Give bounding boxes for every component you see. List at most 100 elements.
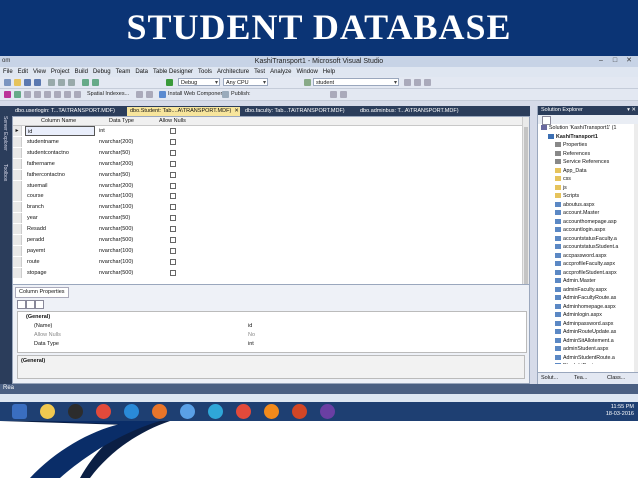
menu-edit[interactable]: Edit: [18, 67, 28, 77]
ie-icon[interactable]: [124, 404, 139, 419]
column-name-cell[interactable]: route: [25, 257, 95, 267]
solution-scrollbar[interactable]: [634, 124, 638, 372]
data-type-cell[interactable]: nvarchar(200): [97, 181, 159, 191]
row-selector[interactable]: [13, 169, 22, 180]
allow-nulls-checkbox[interactable]: [170, 138, 176, 145]
tree-item[interactable]: Service References: [555, 158, 609, 166]
property-row[interactable]: Data Type int: [18, 340, 518, 348]
tree-item[interactable]: Scripts: [555, 192, 579, 200]
data-type-cell[interactable]: nvarchar(500): [97, 235, 159, 245]
table-row[interactable]: stopage nvarchar(500): [13, 267, 529, 278]
property-value[interactable]: id: [248, 322, 252, 330]
table-row[interactable]: fathername nvarchar(200): [13, 158, 529, 169]
categorized-icon[interactable]: [17, 300, 26, 309]
table-row[interactable]: Resadd nvarchar(500): [13, 224, 529, 235]
check-constraints-icon[interactable]: [54, 91, 61, 98]
tree-item[interactable]: accprofileStudent.aspx: [555, 269, 617, 277]
publish-label[interactable]: Publish:: [231, 91, 251, 97]
data-type-cell[interactable]: nvarchar(500): [97, 268, 159, 278]
column-properties-tab[interactable]: Column Properties: [15, 287, 69, 298]
allow-nulls-checkbox[interactable]: [170, 269, 176, 276]
column-name-cell[interactable]: id: [25, 126, 95, 136]
tree-item[interactable]: account.Master: [555, 209, 599, 217]
copy-icon[interactable]: [58, 79, 65, 86]
alphabetical-icon[interactable]: [26, 300, 35, 309]
generate-script-icon[interactable]: [74, 91, 81, 98]
tree-item[interactable]: AdminFacultyRoute.as: [555, 294, 616, 302]
web-components-icon[interactable]: [159, 91, 166, 98]
start-button-icon[interactable]: [12, 404, 27, 419]
platform-dropdown[interactable]: Any CPU: [223, 78, 268, 87]
property-row[interactable]: (General): [18, 313, 518, 321]
allow-nulls-checkbox[interactable]: [170, 258, 176, 265]
allow-nulls-checkbox[interactable]: [170, 247, 176, 254]
menu-test[interactable]: Test: [254, 67, 265, 77]
row-selector[interactable]: [13, 147, 22, 158]
tree-item[interactable]: Adminlogin.aspx: [555, 311, 602, 319]
tree-item[interactable]: References: [555, 150, 590, 158]
table-row[interactable]: fathercontactno nvarchar(50): [13, 169, 529, 180]
column-name-cell[interactable]: Resadd: [25, 224, 95, 234]
menu-help[interactable]: Help: [323, 67, 335, 77]
firefox-icon[interactable]: [152, 404, 167, 419]
table-row[interactable]: peradd nvarchar(500): [13, 235, 529, 245]
save-all-icon[interactable]: [34, 79, 41, 86]
solution-explorer-icon[interactable]: [414, 79, 421, 86]
property-value[interactable]: No: [248, 331, 255, 339]
data-type-cell[interactable]: nvarchar(100): [97, 202, 159, 212]
menu-window[interactable]: Window: [296, 67, 317, 77]
tree-item[interactable]: accountstatusStudent.a: [555, 243, 618, 251]
fulltext-icon[interactable]: [64, 91, 71, 98]
table-icon[interactable]: [4, 91, 11, 98]
row-selector[interactable]: [13, 213, 22, 224]
allow-nulls-checkbox[interactable]: [170, 171, 176, 178]
tree-item[interactable]: accpassword.aspx: [555, 252, 607, 260]
tree-item[interactable]: accountstatusFaculty.a: [555, 235, 617, 243]
row-selector[interactable]: [13, 256, 22, 267]
maximize-icon[interactable]: □: [610, 57, 620, 65]
publish-icon[interactable]: [222, 91, 229, 98]
pane-controls[interactable]: ▾ ✕: [627, 106, 636, 115]
property-pages-icon[interactable]: [35, 300, 44, 309]
allow-nulls-checkbox[interactable]: [170, 226, 176, 233]
table-row[interactable]: studentname nvarchar(200): [13, 136, 529, 147]
primary-key-icon[interactable]: ▸: [13, 126, 22, 136]
powerpoint-icon[interactable]: [292, 404, 307, 419]
relationships-icon[interactable]: [24, 91, 31, 98]
tree-item[interactable]: AdminStudentRoute.a: [555, 354, 615, 362]
spatial-indexes-button[interactable]: Spatial Indexes...: [87, 91, 129, 97]
allow-nulls-checkbox[interactable]: [170, 128, 176, 134]
redo-icon[interactable]: [92, 79, 99, 86]
tree-item[interactable]: Adminpassword.aspx: [555, 320, 613, 328]
key-icon[interactable]: [14, 91, 21, 98]
new-project-icon[interactable]: [4, 79, 11, 86]
row-selector[interactable]: [13, 191, 22, 202]
tree-item[interactable]: App_Data: [555, 167, 587, 175]
tree-item[interactable]: adminStudent.aspx: [555, 345, 608, 353]
menu-view[interactable]: View: [33, 67, 46, 77]
menu-project[interactable]: Project: [51, 67, 70, 77]
menu-analyze[interactable]: Analyze: [270, 67, 291, 77]
allow-nulls-checkbox[interactable]: [170, 237, 176, 243]
document-tab[interactable]: dbo.adminbus: T...A\TRANSPORT.MDF): [357, 107, 470, 116]
column-name-cell[interactable]: branch: [25, 202, 95, 212]
chrome2-icon[interactable]: [236, 404, 251, 419]
row-selector[interactable]: [13, 136, 22, 147]
toolbar-icon-a[interactable]: [136, 91, 143, 98]
document-tab[interactable]: dbo.Student: Tab....A\TRANSPORT.MDF) ✕: [127, 107, 240, 116]
menu-architecture[interactable]: Architecture: [217, 67, 249, 77]
menu-build[interactable]: Build: [75, 67, 88, 77]
column-name-cell[interactable]: stopage: [25, 268, 95, 278]
column-name-cell[interactable]: fathercontactno: [25, 170, 95, 180]
tree-item[interactable]: Solution 'KashiTransport1' (1: [541, 124, 616, 132]
toolbar-icon-d[interactable]: [340, 91, 347, 98]
paste-icon[interactable]: [68, 79, 75, 86]
save-icon[interactable]: [24, 79, 31, 86]
row-selector[interactable]: [13, 158, 22, 169]
server-explorer-tab[interactable]: Server Explorer: [2, 116, 8, 151]
tree-item[interactable]: css: [555, 175, 571, 183]
data-type-cell[interactable]: nvarchar(200): [97, 159, 159, 169]
column-name-cell[interactable]: peradd: [25, 235, 95, 245]
row-selector[interactable]: [13, 245, 22, 256]
close-icon[interactable]: ✕: [624, 57, 634, 65]
